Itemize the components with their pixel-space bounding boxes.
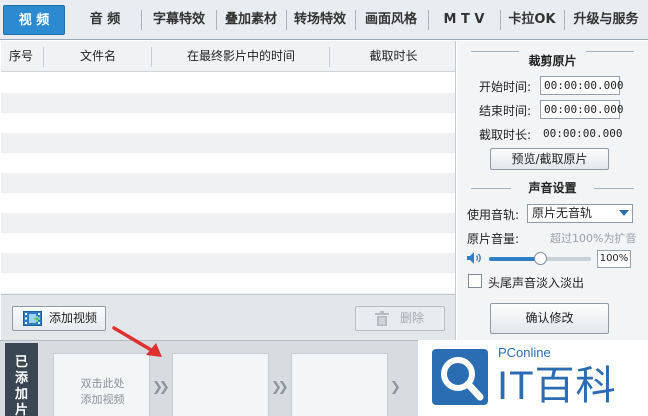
crop-section-title: 裁剪原片	[528, 54, 577, 68]
chevron-down-icon	[619, 210, 629, 216]
column-header-filename[interactable]: 文件名	[45, 41, 151, 72]
fade-in-out-checkbox[interactable]	[468, 274, 482, 288]
volume-slider-handle[interactable]	[534, 252, 547, 265]
crop-duration-value: 00:00:00.000	[543, 127, 623, 140]
table-row[interactable]	[1, 213, 455, 233]
column-divider	[329, 47, 330, 67]
column-header-index[interactable]: 序号	[1, 41, 41, 72]
tab-divider	[286, 10, 287, 30]
confirm-changes-button[interactable]: 确认修改	[490, 303, 609, 334]
add-video-label: 添加视频	[49, 311, 98, 325]
audio-section-title: 声音设置	[528, 181, 577, 195]
tab-transition-effects[interactable]: 转场特效	[288, 7, 352, 33]
volume-hint: 超过100%为扩音	[550, 232, 637, 245]
table-row[interactable]	[1, 93, 455, 113]
delete-button[interactable]: 删除	[355, 306, 445, 331]
table-row[interactable]	[1, 253, 455, 273]
volume-slider[interactable]	[489, 252, 591, 265]
column-divider	[151, 47, 152, 67]
trash-icon	[375, 311, 389, 326]
watermark-brand: PConline	[498, 345, 551, 360]
end-time-label: 结束时间:	[479, 104, 532, 118]
tab-divider	[564, 10, 565, 30]
preview-crop-button[interactable]: 预览/截取原片	[490, 148, 609, 170]
volume-slider-fill	[489, 257, 540, 261]
start-time-label: 开始时间:	[479, 80, 532, 94]
column-header-time-in-movie[interactable]: 在最终影片中的时间	[153, 41, 329, 72]
tab-divider	[141, 10, 142, 30]
clip-slot[interactable]	[291, 353, 388, 416]
tab-divider	[500, 10, 501, 30]
tab-audio[interactable]: 音 频	[72, 7, 138, 33]
clip-slot[interactable]	[172, 353, 269, 416]
watermark-title: IT百科	[497, 364, 617, 408]
table-row[interactable]	[1, 73, 455, 93]
tab-video[interactable]: 视 频	[3, 5, 65, 35]
delete-label: 删除	[400, 311, 425, 325]
column-divider	[43, 47, 44, 67]
annotation-arrow-icon	[112, 326, 162, 357]
crop-duration-label: 截取时长:	[479, 128, 532, 142]
placeholder-line: 添加视频	[80, 393, 125, 406]
tab-mtv[interactable]: M T V	[430, 7, 498, 33]
tab-divider	[355, 10, 356, 30]
main-tab-bar: 视 频 音 频 字幕特效 叠加素材 转场特效 画面风格 M T V 卡拉OK 升…	[0, 0, 648, 40]
tab-divider	[428, 10, 429, 30]
tab-subtitle-effects[interactable]: 字幕特效	[144, 7, 214, 33]
video-list-table[interactable]: 序号 文件名 在最终影片中的时间 截取时长	[1, 41, 456, 294]
clip-slot-placeholder: 双击此处 添加视频	[54, 376, 151, 408]
clip-slot[interactable]: 双击此处 添加视频	[53, 353, 150, 416]
table-row[interactable]	[1, 193, 455, 213]
table-header: 序号 文件名 在最终影片中的时间 截取时长	[1, 41, 455, 72]
speaker-icon	[467, 252, 481, 264]
table-row[interactable]	[1, 173, 455, 193]
added-clips-tab-char: 片	[14, 403, 28, 416]
volume-label: 原片音量:	[467, 232, 520, 246]
table-row[interactable]	[1, 273, 455, 293]
table-row[interactable]	[1, 153, 455, 173]
chevron-right-icon: ❯❯	[271, 380, 289, 395]
tab-karaoke[interactable]: 卡拉OK	[502, 7, 562, 33]
audio-track-select[interactable]: 原片无音轨	[527, 204, 633, 223]
magnifier-logo-icon	[432, 349, 488, 405]
table-row[interactable]	[1, 133, 455, 153]
film-add-icon	[23, 311, 42, 326]
table-row[interactable]	[1, 113, 455, 133]
volume-value-input[interactable]: 100%	[597, 250, 631, 268]
table-row[interactable]	[1, 233, 455, 253]
column-header-duration[interactable]: 截取时长	[331, 41, 455, 72]
clip-settings-panel: 裁剪原片 开始时间: 00:00:00.000 结束时间: 00:00:00.0…	[457, 41, 648, 340]
chevron-right-icon: ❯	[390, 380, 401, 395]
tab-upgrade-service[interactable]: 升级与服务	[566, 7, 646, 33]
chevron-right-icon: ❯❯	[152, 380, 170, 395]
tab-overlay-material[interactable]: 叠加素材	[218, 7, 284, 33]
placeholder-line: 双击此处	[80, 377, 125, 390]
tab-picture-style[interactable]: 画面风格	[357, 7, 425, 33]
audio-track-label: 使用音轨:	[467, 208, 520, 222]
start-time-input[interactable]: 00:00:00.000	[540, 76, 623, 95]
audio-track-value: 原片无音轨	[532, 206, 593, 220]
fade-in-out-label: 头尾声音淡入淡出	[488, 276, 585, 290]
added-clips-tab[interactable]: 已 添 加 片 段	[5, 343, 38, 416]
end-time-input[interactable]: 00:00:00.000	[540, 100, 623, 119]
tab-divider	[216, 10, 217, 30]
add-video-button[interactable]: 添加视频	[12, 306, 106, 331]
video-list-toolbar: 添加视频 删除	[1, 294, 456, 340]
